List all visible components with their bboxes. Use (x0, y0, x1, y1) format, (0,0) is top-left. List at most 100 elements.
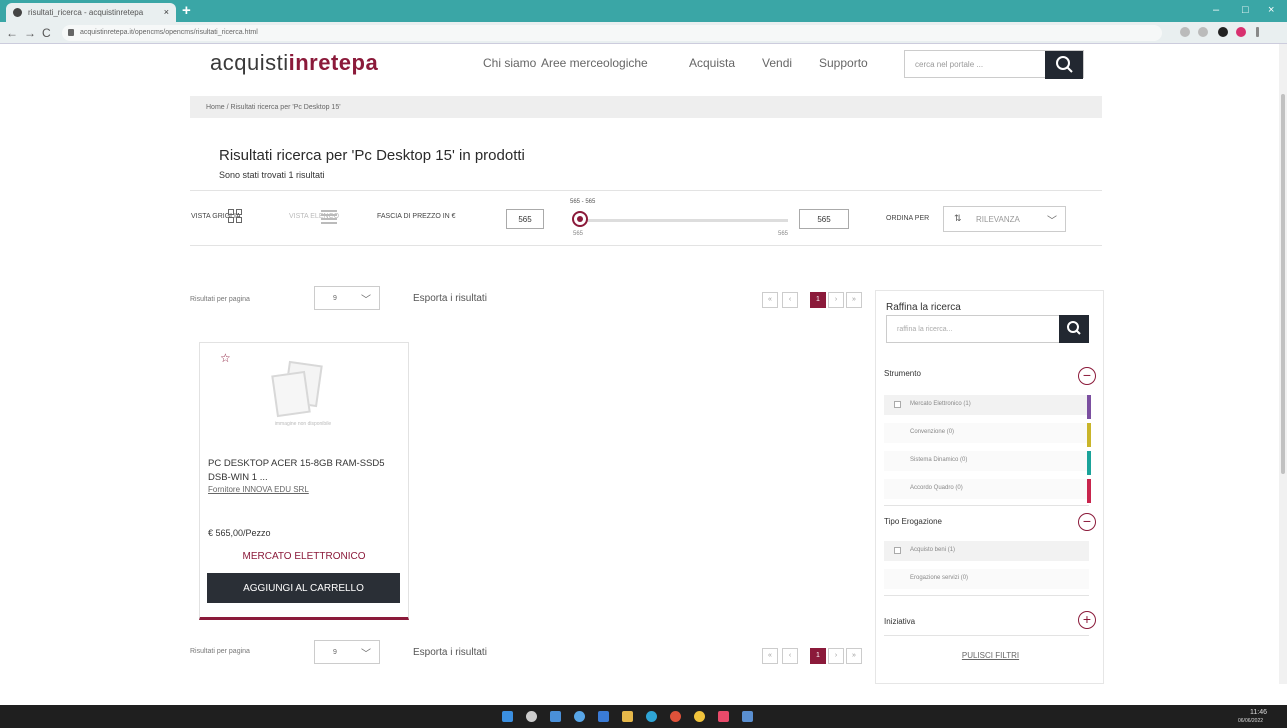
clear-filters-link[interactable]: PULISCI FILTRI (876, 651, 1105, 660)
app-icon[interactable] (646, 711, 657, 722)
per-page-select-bottom[interactable]: 9 ﹀ (314, 640, 380, 664)
nav-vendi[interactable]: Vendi (762, 56, 792, 70)
sort-value: RILEVANZA (976, 215, 1020, 224)
refine-search-button[interactable] (1059, 315, 1089, 343)
firefox-icon[interactable] (670, 711, 681, 722)
extension-icon[interactable] (1198, 27, 1208, 37)
slider-max-label: 565 (778, 231, 789, 237)
extensions-puzzle-icon[interactable] (1218, 27, 1228, 37)
facet-strumento-title[interactable]: Strumento (884, 369, 921, 378)
product-supplier-link[interactable]: Fornitore INNOVA EDU SRL (208, 485, 309, 494)
site-logo[interactable]: acquistiinretepa (210, 50, 378, 76)
facet-tipo-erogazione-title[interactable]: Tipo Erogazione (884, 517, 942, 526)
nav-supporto[interactable]: Supporto (819, 56, 868, 70)
page-first-button[interactable]: « (762, 648, 778, 664)
chevron-down-icon: ﹀ (361, 295, 371, 306)
edge-icon[interactable] (574, 711, 585, 722)
filter-option-mercato-elettronico[interactable]: Mercato Elettronico (1) (884, 395, 1091, 419)
slider-range-label: 565 - 565 (570, 199, 596, 205)
app-icon[interactable] (742, 711, 753, 722)
window-close-button[interactable]: × (1268, 4, 1274, 16)
nav-acquista[interactable]: Acquista (689, 56, 735, 70)
page-last-button[interactable]: » (846, 292, 862, 308)
facet-iniziativa-title[interactable]: Iniziativa (884, 617, 915, 626)
product-card[interactable]: ☆ immagine non disponibile PC DESKTOP AC… (199, 342, 409, 620)
extension-icon[interactable] (1180, 27, 1190, 37)
price-min-input[interactable]: 565 (506, 209, 544, 229)
app-icon[interactable] (718, 711, 729, 722)
profile-avatar-icon[interactable] (1236, 27, 1246, 37)
filter-option-acquisto-beni[interactable]: Acquisto beni (1) (884, 541, 1089, 561)
filter-option-accordo-quadro[interactable]: Accordo Quadro (0) (884, 479, 1091, 503)
option-label: Sistema Dinamico (0) (910, 457, 968, 463)
scrollbar-thumb[interactable] (1281, 94, 1285, 474)
page-next-button[interactable]: › (828, 648, 844, 664)
search-icon (1067, 321, 1081, 335)
collapse-tipo-icon[interactable]: − (1078, 513, 1096, 531)
price-slider-track[interactable] (580, 219, 788, 222)
store-icon[interactable] (598, 711, 609, 722)
file-explorer-icon[interactable] (622, 711, 633, 722)
sort-select[interactable]: ⇅ RILEVANZA ﹀ (943, 206, 1066, 232)
page-prev-button[interactable]: ‹ (782, 292, 798, 308)
option-label: Mercato Elettronico (1) (910, 401, 971, 407)
browser-tab-bar: risultati_ricerca - acquistinretepa × + … (0, 0, 1287, 22)
option-label: Accordo Quadro (0) (910, 485, 963, 491)
divider (884, 595, 1089, 596)
product-image-placeholder[interactable]: immagine non disponibile (268, 360, 338, 429)
collapse-strumento-icon[interactable]: − (1078, 367, 1096, 385)
address-bar: ← → C acquistinretepa.it/opencms/opencms… (0, 22, 1287, 44)
sort-order-icon: ⇅ (954, 213, 962, 223)
checkbox[interactable] (894, 401, 901, 408)
page-first-button[interactable]: « (762, 292, 778, 308)
favorite-star-icon[interactable]: ☆ (220, 351, 231, 365)
url-field[interactable]: acquistinretepa.it/opencms/opencms/risul… (62, 25, 1162, 41)
forward-button[interactable]: → (24, 26, 36, 40)
maximize-button[interactable]: □ (1242, 4, 1249, 16)
option-label: Convenzione (0) (910, 429, 955, 435)
grid-view-icon[interactable] (228, 209, 242, 223)
reload-button[interactable]: C (42, 26, 51, 40)
expand-iniziativa-icon[interactable]: + (1078, 611, 1096, 629)
filter-option-erogazione-servizi[interactable]: Erogazione servizi (0) (884, 569, 1089, 589)
chrome-icon[interactable] (694, 711, 705, 722)
page-scrollbar[interactable] (1279, 44, 1287, 684)
product-tool-label: MERCATO ELETTRONICO (242, 551, 366, 562)
site-search-button[interactable] (1045, 51, 1083, 79)
refine-search-input[interactable]: raffina la ricerca... (886, 315, 1069, 343)
add-to-cart-button[interactable]: AGGIUNGI AL CARRELLO (207, 573, 400, 603)
task-view-icon[interactable] (550, 711, 561, 722)
page-next-button[interactable]: › (828, 292, 844, 308)
export-results-link[interactable]: Esporta i risultati (413, 293, 487, 304)
page-prev-button[interactable]: ‹ (782, 648, 798, 664)
new-tab-button[interactable]: + (182, 2, 191, 19)
minimize-button[interactable]: – (1213, 4, 1219, 16)
site-search-input[interactable]: cerca nel portale ... (904, 50, 1084, 79)
product-name[interactable]: PC DESKTOP ACER 15-8GB RAM-SSD5 DSB-WIN … (208, 457, 403, 485)
windows-start-icon[interactable] (502, 711, 513, 722)
tab-close-icon[interactable]: × (164, 7, 169, 17)
filter-option-sistema-dinamico[interactable]: Sistema Dinamico (0) (884, 451, 1091, 475)
option-label: Erogazione servizi (0) (910, 575, 969, 581)
price-max-input[interactable]: 565 (799, 209, 849, 229)
chevron-down-icon: ﹀ (1047, 216, 1057, 227)
browser-tab[interactable]: risultati_ricerca - acquistinretepa × (6, 3, 176, 22)
checkbox[interactable] (894, 547, 901, 554)
clock-date[interactable]: 06/06/2022 (1238, 718, 1263, 724)
list-view-icon[interactable] (321, 210, 337, 224)
back-button[interactable]: ← (6, 26, 18, 40)
page-current-button[interactable]: 1 (810, 648, 826, 664)
browser-menu-icon[interactable] (1256, 27, 1259, 37)
page-current-button[interactable]: 1 (810, 292, 826, 308)
export-results-link-bottom[interactable]: Esporta i risultati (413, 647, 487, 658)
nav-chi-siamo[interactable]: Chi siamo (483, 56, 536, 70)
clock-time[interactable]: 11:46 (1250, 709, 1267, 716)
search-icon[interactable] (526, 711, 537, 722)
price-slider-handle[interactable] (572, 211, 588, 227)
per-page-select[interactable]: 9 ﹀ (314, 286, 380, 310)
nav-aree-merceologiche[interactable]: Aree merceologiche (541, 56, 648, 70)
filter-option-convenzione[interactable]: Convenzione (0) (884, 423, 1091, 447)
per-page-value: 9 (333, 649, 337, 656)
page-last-button[interactable]: » (846, 648, 862, 664)
breadcrumb[interactable]: Home / Risultati ricerca per 'Pc Desktop… (190, 96, 1102, 118)
